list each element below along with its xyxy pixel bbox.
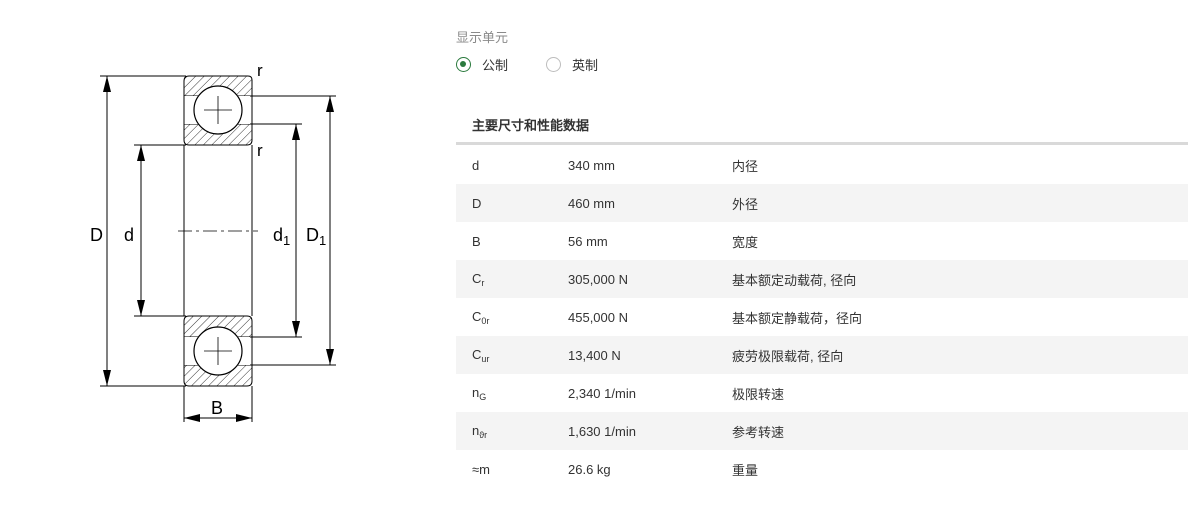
- spec-row: nϑr 1,630 1/min 参考转速: [456, 412, 1188, 450]
- spec-panel: 显示单元 公制 英制 主要尺寸和性能数据 d 340 mm 内径 D 460 mm 外径 B…: [456, 0, 1188, 523]
- section-title: 主要尺寸和性能数据: [472, 118, 590, 133]
- dimension-label-B: B: [211, 398, 224, 418]
- bearing-cross-section: [100, 75, 336, 422]
- unit-selector-title: 显示单元: [456, 30, 509, 45]
- spec-description: 宽度: [732, 234, 759, 250]
- unit-option-metric[interactable]: 公制: [456, 55, 508, 74]
- section-divider: [456, 142, 1188, 145]
- spec-description: 基本额定静载荷，径向: [732, 310, 863, 326]
- spec-row: D 460 mm 外径: [456, 184, 1188, 222]
- spec-symbol: nG: [472, 384, 487, 402]
- dimension-label-d1: d1: [273, 225, 291, 248]
- spec-row: C0r 455,000 N 基本额定静载荷，径向: [456, 298, 1188, 336]
- spec-description: 外径: [732, 184, 1188, 222]
- spec-row: B 56 mm 宽度: [456, 222, 1188, 260]
- spec-value: 460 mm: [568, 184, 732, 222]
- spec-value: 340 mm: [568, 157, 615, 173]
- spec-symbol: d: [472, 157, 480, 173]
- bearing-bottom-section: [183, 315, 253, 387]
- dimension-D: [100, 75, 186, 387]
- spec-value: 13,400 N: [568, 336, 732, 374]
- radius-label-top: r: [257, 61, 263, 80]
- spec-description: 重量: [732, 462, 759, 478]
- spec-table-body: d 340 mm 内径 D 460 mm 外径 B 56 mm 宽度 Cr 305,000 N 基本额…: [456, 146, 1188, 488]
- bearing-drawing: r r D d d1 D1 B: [0, 0, 440, 523]
- spec-row: nG 2,340 1/min 极限转速: [456, 374, 1188, 412]
- spec-symbol: ≈m: [472, 461, 490, 477]
- spec-value: 26.6 kg: [568, 461, 611, 477]
- spec-symbol: D: [456, 184, 568, 222]
- spec-value: 2,340 1/min: [568, 385, 636, 401]
- spec-description: 内径: [732, 158, 759, 174]
- radio-checked-icon[interactable]: [456, 56, 471, 72]
- dimension-d: [134, 144, 186, 317]
- spec-row: ≈m 26.6 kg 重量: [456, 450, 1188, 488]
- bearing-top-section: [183, 75, 253, 146]
- spec-description: 基本额定动载荷, 径向: [732, 260, 1188, 298]
- spec-symbol: C0r: [472, 308, 490, 326]
- unit-radio-group: 公制 英制: [456, 54, 636, 74]
- radius-label-mid: r: [257, 141, 263, 160]
- spec-description: 参考转速: [732, 412, 1188, 450]
- dimension-label-D: D: [90, 225, 103, 245]
- spec-value: 305,000 N: [568, 260, 732, 298]
- spec-row: Cur 13,400 N 疲劳极限载荷, 径向: [456, 336, 1188, 374]
- unit-option-imperial[interactable]: 英制: [546, 55, 598, 74]
- spec-row: Cr 305,000 N 基本额定动载荷, 径向: [456, 260, 1188, 298]
- spec-description: 疲劳极限载荷, 径向: [732, 336, 1188, 374]
- spec-row: d 340 mm 内径: [456, 146, 1188, 184]
- spec-symbol: Cr: [456, 260, 568, 298]
- radio-unchecked-icon[interactable]: [546, 56, 562, 72]
- spec-table: d 340 mm 内径 D 460 mm 外径 B 56 mm 宽度 Cr 305,000 N 基本额…: [456, 146, 1188, 488]
- unit-option-label: 公制: [482, 57, 509, 73]
- spec-value: 1,630 1/min: [568, 412, 732, 450]
- unit-option-label: 英制: [572, 57, 599, 73]
- spec-symbol: Cur: [456, 336, 568, 374]
- spec-description: 极限转速: [732, 386, 785, 402]
- spec-value: 455,000 N: [568, 309, 628, 325]
- dimension-label-D1: D1: [306, 225, 327, 248]
- spec-symbol: B: [472, 233, 481, 249]
- dimension-label-d: d: [124, 225, 135, 245]
- spec-symbol: nϑr: [456, 412, 568, 450]
- spec-value: 56 mm: [568, 233, 608, 249]
